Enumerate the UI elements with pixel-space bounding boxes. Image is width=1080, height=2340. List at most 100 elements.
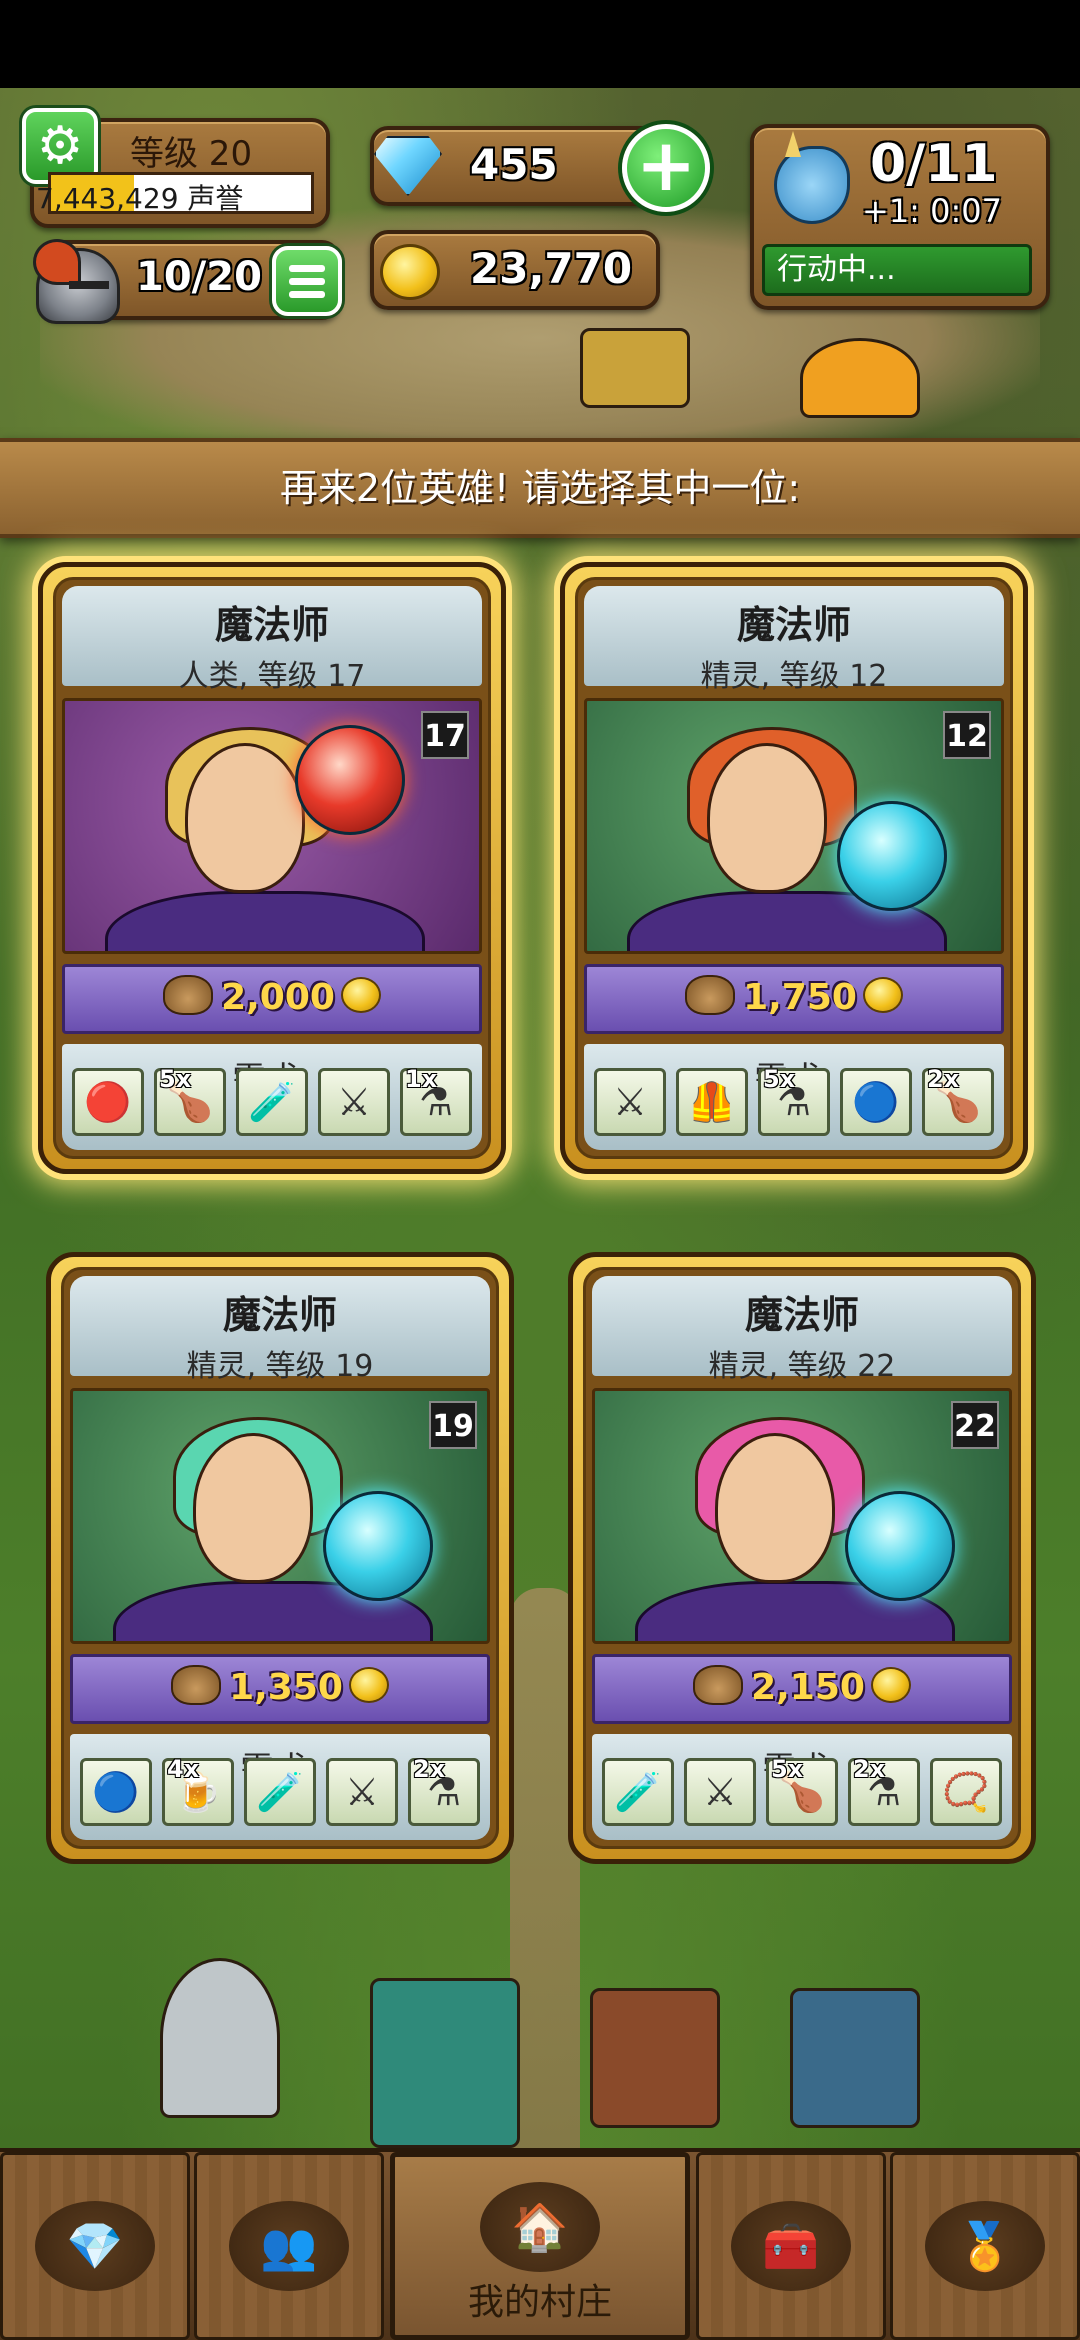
reputation-text: 7,443,429 声誉 xyxy=(36,182,244,215)
requirement-count: 5x xyxy=(159,1065,192,1093)
hero-portrait: 17 xyxy=(62,698,482,954)
hero-card[interactable]: 魔法师 精灵, 等级 22 22 2,150 需求: 🧪 ⚔ xyxy=(568,1252,1036,1864)
coin-icon xyxy=(340,977,381,1013)
requirements-row: 🧪 ⚔ 🍗 5x ⚗ 2x 📿 xyxy=(602,1755,1002,1826)
requirement-slot: ⚔ xyxy=(594,1068,666,1136)
level-label: 等级 20 xyxy=(130,134,253,174)
crossed-swords-icon: ⚔ xyxy=(702,1770,738,1814)
level-badge: 12 xyxy=(943,711,991,759)
price-value: 1,350 xyxy=(229,1667,343,1708)
nav-button-gem[interactable]: 💎 xyxy=(0,2152,190,2340)
hero-face xyxy=(715,1433,835,1583)
nav-button-chest[interactable]: 🧰 xyxy=(696,2152,886,2340)
requirement-slot: 🔴 xyxy=(72,1068,144,1136)
gold-coin-icon xyxy=(380,244,440,300)
card-frame: 魔法师 精灵, 等级 22 22 2,150 需求: 🧪 ⚔ xyxy=(583,1267,1021,1849)
gold-count: 23,770 xyxy=(470,244,633,293)
requirements-row: 🔴 🍗 5x 🧪 ⚔ ⚗ 1x xyxy=(72,1065,472,1136)
nav-button-heroes[interactable]: 👥 xyxy=(194,2152,384,2340)
requirement-count: 1x xyxy=(405,1065,438,1093)
hero-race-level: 人类, 等级 17 xyxy=(178,659,366,694)
hero-class: 魔法师 xyxy=(736,603,851,647)
requirement-slot: ⚗ 2x xyxy=(848,1755,920,1826)
crossed-swords-icon: ⚔ xyxy=(612,1080,648,1124)
card-header: 魔法师 精灵, 等级 22 xyxy=(592,1276,1012,1384)
requirement-slot: 🧪 xyxy=(236,1068,308,1136)
money-bag-icon xyxy=(693,1665,744,1705)
requirement-count: 2x xyxy=(413,1755,446,1783)
requirements-row: ⚔ 🦺 ⚗ 5x 🔵 🍗 2x xyxy=(594,1065,994,1136)
money-bag-icon xyxy=(685,975,736,1015)
nav-button-medal[interactable]: 🏅 xyxy=(890,2152,1080,2340)
buy-gems-button[interactable]: + xyxy=(622,124,710,212)
requirement-slot: ⚔ xyxy=(318,1068,390,1136)
hero-face xyxy=(193,1433,313,1583)
magic-orb-icon xyxy=(295,725,405,835)
requirement-slot: 🍗 5x xyxy=(154,1065,226,1136)
requirement-slot: 🦺 xyxy=(676,1068,748,1136)
gem-count: 455 xyxy=(470,140,558,189)
choose-hero-banner: 再来2位英雄! 请选择其中一位: xyxy=(0,438,1080,538)
nav-button-village[interactable]: 🏠 我的村庄 xyxy=(390,2152,690,2340)
nav-label: 我的村庄 xyxy=(467,2282,612,2323)
hero-class: 魔法师 xyxy=(744,1293,859,1337)
quest-timer: +1: 0:07 xyxy=(862,192,1002,230)
requirement-slot: 🍗 2x xyxy=(922,1065,994,1136)
shop-building xyxy=(790,1988,920,2128)
hero-card[interactable]: 魔法师 精灵, 等级 12 12 1,750 需求: ⚔ 🦺 xyxy=(560,562,1028,1174)
requirement-count: 2x xyxy=(853,1755,886,1783)
wizard-tower xyxy=(160,1958,280,2118)
hero-race-level: 精灵, 等级 22 xyxy=(708,1349,896,1384)
level-badge: 22 xyxy=(951,1401,999,1449)
nav-icon-frame: 🧰 xyxy=(731,2201,851,2291)
hero-list-button[interactable] xyxy=(272,246,342,316)
money-bag-icon xyxy=(163,975,214,1015)
coin-icon xyxy=(348,1667,389,1703)
orange-potion-icon: 🧪 xyxy=(256,1769,304,1814)
requirement-count: 5x xyxy=(771,1755,804,1783)
leather-armor-icon: 🦺 xyxy=(688,1079,736,1124)
helmet-icon xyxy=(33,239,120,324)
hire-price: 2,150 xyxy=(592,1654,1012,1724)
requirement-slot: 🧪 xyxy=(602,1758,674,1826)
hire-price: 1,750 xyxy=(584,964,1004,1034)
requirement-slot: 🔵 xyxy=(840,1068,912,1136)
requirement-count: 4x xyxy=(167,1755,200,1783)
nav-icon-frame: 💎 xyxy=(35,2201,155,2291)
hire-price: 1,350 xyxy=(70,1654,490,1724)
orange-potion-icon: 🧪 xyxy=(248,1079,296,1124)
hero-portrait: 12 xyxy=(584,698,1004,954)
requirement-count: 2x xyxy=(927,1065,960,1093)
requirement-slot: 🧪 xyxy=(244,1758,316,1826)
requirements-panel: 需求: 🔵 🍺 4x 🧪 ⚔ ⚗ 2x xyxy=(70,1734,490,1840)
hero-card[interactable]: 魔法师 精灵, 等级 19 19 1,350 需求: 🔵 🍺 4x xyxy=(46,1252,514,1864)
nav-icon-frame: 👥 xyxy=(229,2201,349,2291)
requirement-slot: ⚗ 2x xyxy=(408,1755,480,1826)
card-header: 魔法师 精灵, 等级 12 xyxy=(584,586,1004,694)
temple-building xyxy=(370,1978,520,2148)
hero-race-level: 精灵, 等级 19 xyxy=(186,1349,374,1384)
magic-orb-icon xyxy=(845,1491,955,1601)
forge-building xyxy=(580,328,690,408)
hero-card[interactable]: 魔法师 人类, 等级 17 17 2,000 需求: 🔴 🍗 5x xyxy=(38,562,506,1174)
blue-staff-icon: 🔵 xyxy=(852,1079,900,1124)
requirement-slot: 🔵 xyxy=(80,1758,152,1826)
amulet-icon: 📿 xyxy=(942,1769,990,1814)
requirement-slot: ⚔ xyxy=(684,1758,756,1826)
chest-icon: 🧰 xyxy=(762,2218,820,2273)
requirements-panel: 需求: 🔴 🍗 5x 🧪 ⚔ ⚗ 1x xyxy=(62,1044,482,1150)
medal-icon: 🏅 xyxy=(956,2218,1014,2273)
requirements-row: 🔵 🍺 4x 🧪 ⚔ ⚗ 2x xyxy=(80,1755,480,1826)
card-frame: 魔法师 人类, 等级 17 17 2,000 需求: 🔴 🍗 5x xyxy=(53,577,491,1159)
crossed-swords-icon: ⚔ xyxy=(336,1080,372,1124)
nav-icon-frame: 🏠 xyxy=(480,2182,600,2272)
hero-face xyxy=(707,743,827,893)
hire-price: 2,000 xyxy=(62,964,482,1034)
orange-potion-icon: 🧪 xyxy=(614,1769,662,1814)
requirements-panel: 需求: ⚔ 🦺 ⚗ 5x 🔵 🍗 2x xyxy=(584,1044,1004,1150)
requirement-slot: ⚔ xyxy=(326,1758,398,1826)
price-value: 2,150 xyxy=(751,1667,865,1708)
gear-icon: ⚙ xyxy=(36,116,84,176)
hero-class: 魔法师 xyxy=(222,1293,337,1337)
gem-icon: 💎 xyxy=(66,2218,124,2273)
